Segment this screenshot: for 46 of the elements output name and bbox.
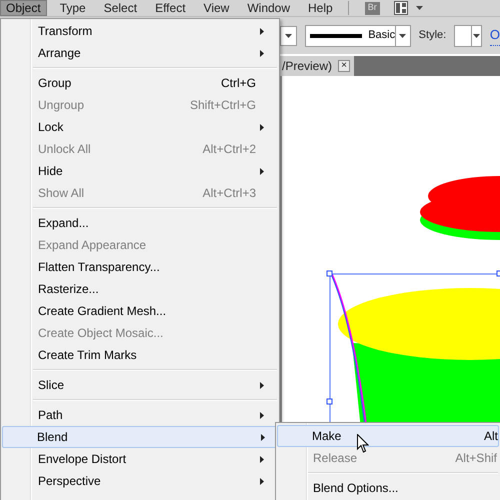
submenu-arrow-icon [260,412,264,418]
submenu-arrow-icon [260,456,264,462]
menu-item[interactable]: Flatten Transparency... [3,256,277,278]
menu-item[interactable]: Create Gradient Mesh... [3,300,277,322]
menu-item[interactable]: Slice [3,374,277,396]
submenu-arrow-icon [260,124,264,130]
menu-item[interactable]: Perspective [3,470,277,492]
menu-item[interactable]: Lock [3,116,277,138]
menu-bar-item[interactable]: Object [0,0,47,16]
submenu-arrow-icon [260,50,264,56]
menu-item[interactable]: Blend Options... [278,477,498,499]
menu-item[interactable]: Path [3,404,277,426]
style-dropdown[interactable] [454,24,482,46]
menu-bar-item[interactable]: View [198,0,234,16]
caret-icon [284,34,292,38]
menu-bar-item[interactable]: Window [242,0,296,16]
stroke-line-icon [310,34,362,38]
menu-bar-item[interactable]: Help [303,0,338,16]
submenu-arrow-icon [260,382,264,388]
menu-item[interactable]: Rasterize... [3,278,277,300]
submenu-arrow-icon [261,434,265,440]
caret-icon [472,34,480,38]
submenu-arrow-icon [260,478,264,484]
submenu-arrow-icon [260,28,264,34]
menu-bar-item[interactable]: Type [54,0,91,16]
menu-item[interactable]: Envelope Distort [3,448,277,470]
menu-item[interactable]: Expand... [3,212,277,234]
menu-item[interactable]: Group Ctrl+G [3,72,277,94]
menu-item[interactable]: Blend [2,426,278,448]
menu-item[interactable]: Transform [3,20,277,42]
workspace-layout-icon[interactable] [394,1,408,15]
menu-bar-item[interactable]: Select [98,0,142,16]
menu-item[interactable]: Create Trim Marks [3,344,277,366]
caret-icon [416,6,423,10]
options-link[interactable]: O [490,25,500,46]
close-button[interactable]: × [338,60,350,72]
stroke-profile-dropdown[interactable]: Basic [304,24,411,46]
submenu-arrow-icon [260,168,264,174]
menu-item[interactable]: Arrange [3,42,277,64]
mouse-pointer-icon [357,434,369,453]
caret-icon [399,34,406,38]
dropdown-field[interactable] [280,26,297,46]
menu-item[interactable]: Make Alt [277,425,499,447]
menu-item[interactable]: Hide [3,160,277,182]
style-label: Style: [418,28,446,44]
menu-bar-item[interactable]: Effect [150,0,191,16]
